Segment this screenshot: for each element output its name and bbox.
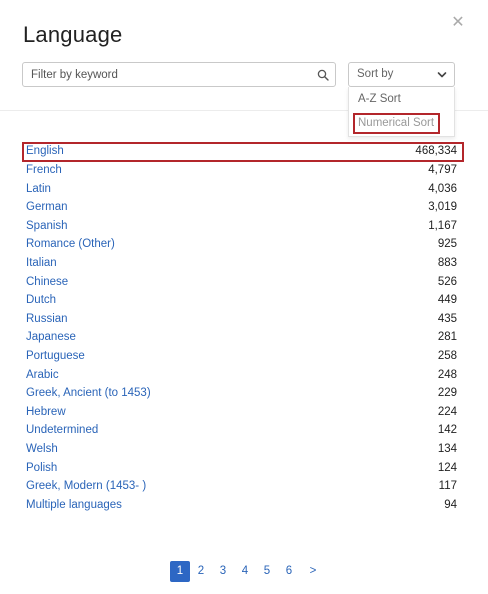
search-icon[interactable]: [317, 69, 329, 81]
language-count: 435: [437, 312, 457, 325]
language-count: 4,797: [428, 164, 457, 176]
sort-options-menu: A-Z Sort Numerical Sort: [348, 87, 455, 137]
sort-dropdown[interactable]: Sort by: [348, 62, 455, 87]
language-count: 925: [437, 238, 457, 251]
sort-option-label: A-Z Sort: [358, 93, 401, 105]
language-row[interactable]: Hebrew 224: [22, 404, 464, 423]
language-name[interactable]: Polish: [26, 462, 57, 474]
language-row[interactable]: Italian 883: [22, 255, 464, 274]
next-page-button[interactable]: >: [303, 561, 323, 582]
language-name[interactable]: Japanese: [26, 331, 76, 343]
language-name[interactable]: Chinese: [26, 276, 68, 288]
language-name[interactable]: German: [26, 201, 68, 213]
language-row[interactable]: Latin 4,036: [22, 181, 464, 200]
language-count: 468,334: [415, 145, 457, 157]
language-count: 94: [444, 498, 457, 511]
language-name[interactable]: Portuguese: [26, 350, 85, 362]
modal-title: Language: [23, 22, 123, 47]
language-count: 258: [437, 349, 457, 362]
sort-option-az[interactable]: A-Z Sort: [349, 90, 456, 110]
page-3-button[interactable]: 3: [213, 561, 233, 582]
language-count: 134: [437, 442, 457, 455]
page-5-button[interactable]: 5: [257, 561, 277, 582]
language-count: 883: [437, 256, 457, 269]
language-name[interactable]: Italian: [26, 257, 57, 269]
language-name[interactable]: Russian: [26, 313, 68, 325]
search-input[interactable]: [23, 63, 313, 86]
page-1-button[interactable]: 1: [170, 561, 190, 582]
language-row[interactable]: Dutch 449: [22, 292, 464, 311]
language-row[interactable]: Russian 435: [22, 311, 464, 330]
language-count: 281: [437, 331, 457, 344]
language-count: 449: [437, 294, 457, 307]
page-2-button[interactable]: 2: [191, 561, 211, 582]
language-name[interactable]: Dutch: [26, 294, 56, 306]
language-name[interactable]: Undetermined: [26, 424, 98, 436]
language-row[interactable]: Polish 124: [22, 460, 464, 479]
search-box: [22, 62, 336, 87]
language-name[interactable]: Romance (Other): [26, 238, 115, 250]
language-name[interactable]: Multiple languages: [26, 499, 122, 511]
sort-option-label: Numerical Sort: [358, 117, 435, 129]
language-count: 3,019: [428, 201, 457, 214]
language-name[interactable]: Hebrew: [26, 406, 66, 418]
language-count: 229: [437, 387, 457, 400]
language-row[interactable]: Greek, Ancient (to 1453) 229: [22, 385, 464, 404]
language-name[interactable]: English: [26, 145, 64, 157]
language-row[interactable]: Welsh 134: [22, 441, 464, 460]
language-modal: Language ✕ Sort by A-Z Sort Numerical So…: [0, 0, 488, 594]
language-count: 4,036: [428, 182, 457, 195]
language-name[interactable]: Spanish: [26, 220, 68, 232]
language-row[interactable]: French 4,797: [22, 162, 464, 181]
language-name[interactable]: Greek, Modern (1453- ): [26, 480, 146, 492]
page-4-button[interactable]: 4: [235, 561, 255, 582]
language-row[interactable]: English 468,334: [22, 142, 464, 162]
language-row[interactable]: Undetermined 142: [22, 422, 464, 441]
language-name[interactable]: Latin: [26, 183, 51, 195]
chevron-down-icon: [437, 72, 447, 78]
close-icon[interactable]: ✕: [450, 15, 466, 31]
language-count: 224: [437, 405, 457, 418]
language-row[interactable]: Multiple languages 94: [22, 497, 464, 516]
language-row[interactable]: German 3,019: [22, 199, 464, 218]
page-6-button[interactable]: 6: [279, 561, 299, 582]
language-name[interactable]: Arabic: [26, 369, 59, 381]
language-count: 124: [437, 461, 457, 474]
language-name[interactable]: Welsh: [26, 443, 58, 455]
language-row[interactable]: Greek, Modern (1453- ) 117: [22, 478, 464, 497]
language-name[interactable]: French: [26, 164, 62, 176]
sort-label: Sort by: [357, 68, 394, 80]
language-row[interactable]: Arabic 248: [22, 367, 464, 386]
sort-option-numerical[interactable]: Numerical Sort: [349, 113, 456, 134]
language-count: 142: [437, 424, 457, 437]
language-count: 1,167: [428, 219, 457, 232]
language-row[interactable]: Spanish 1,167: [22, 218, 464, 237]
language-row[interactable]: Japanese 281: [22, 329, 464, 348]
language-row[interactable]: Romance (Other) 925: [22, 236, 464, 255]
language-name[interactable]: Greek, Ancient (to 1453): [26, 387, 151, 399]
language-row[interactable]: Portuguese 258: [22, 348, 464, 367]
language-row[interactable]: Chinese 526: [22, 274, 464, 293]
language-list: English 468,334 French 4,797 Latin 4,036 Germa…: [22, 142, 464, 515]
language-count: 248: [437, 368, 457, 381]
language-count: 526: [437, 275, 457, 288]
language-count: 117: [438, 480, 457, 493]
